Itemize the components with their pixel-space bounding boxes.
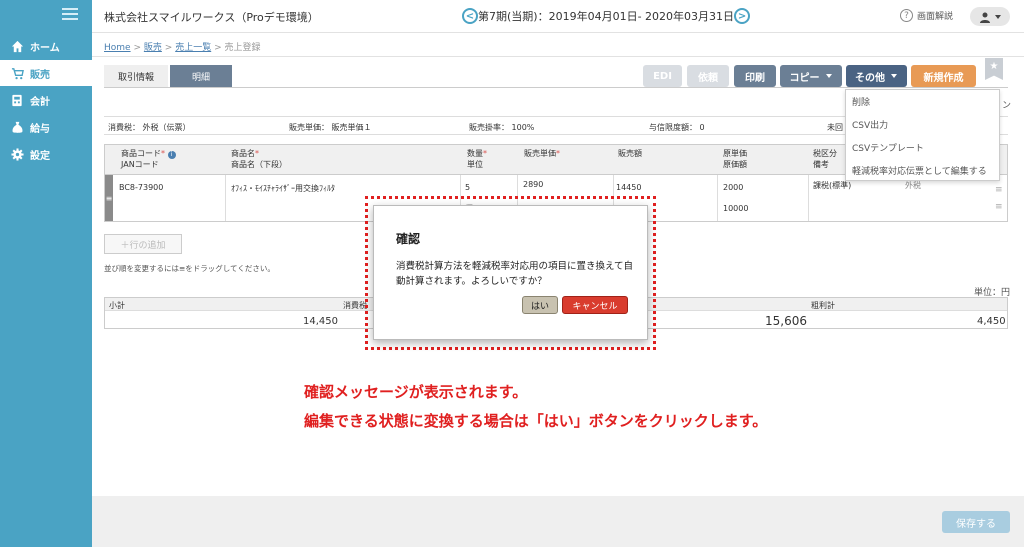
divider (92, 56, 1024, 57)
row-menu-icon[interactable]: ≡ (995, 185, 1003, 195)
unpaid-label: 未回 (827, 123, 843, 132)
cell-product-name[interactable]: ｵﾌｨｽ・ﾓｲｽﾁｬﾗｲｻﾞｰ用交換ﾌｨﾙﾀ (231, 183, 335, 194)
prev-period-button[interactable]: < (462, 8, 478, 24)
menu-item-edit-reduced-tax[interactable]: 軽減税率対応伝票として編集する (846, 159, 999, 182)
menu-item-delete[interactable]: 削除 (846, 90, 999, 113)
add-row-button[interactable]: ＋行の追加 (104, 234, 182, 254)
help-label: 画面解説 (917, 12, 954, 22)
sidebar-item-payroll[interactable]: 給与 (0, 114, 92, 140)
credit-limit: 与信限度額： 0 (649, 123, 705, 132)
subtotal-label: 小計 (109, 301, 125, 310)
header: 株式会社スマイルワークス（Proデモ環境） < 第7期(当期)：2019年04月… (92, 0, 1024, 33)
cart-icon (10, 66, 24, 80)
price-rate: 販売掛率： 100% (469, 123, 535, 132)
edi-button[interactable]: EDI (643, 65, 682, 87)
caret-down-icon (825, 74, 832, 78)
breadcrumb-sales[interactable]: 販売 (144, 43, 162, 53)
request-button[interactable]: 依頼 (687, 65, 729, 87)
drag-hint: 並び順を変更するには≡をドラッグしてください。 (104, 264, 275, 273)
menu-item-csv-export[interactable]: CSV出力 (846, 113, 999, 136)
price-type: 販売単価： 販売単価１ (289, 123, 372, 132)
breadcrumb-sales-list[interactable]: 売上一覧 (175, 43, 211, 53)
save-button[interactable]: 保存する (942, 511, 1010, 533)
other-menu-button[interactable]: その他 (846, 65, 907, 87)
breadcrumb-home[interactable]: Home (104, 43, 131, 53)
new-button[interactable]: 新規作成 (911, 65, 976, 87)
profit-value: 4,450 (977, 316, 1006, 327)
sidebar-item-label: 設定 (30, 150, 50, 162)
sidebar-item-accounting[interactable]: 会計 (0, 87, 92, 113)
caret-down-icon (891, 74, 897, 78)
copy-button[interactable]: コピー (780, 65, 842, 87)
info-icon: i (167, 151, 176, 159)
sidebar-item-label: 販売 (30, 69, 50, 81)
user-menu-button[interactable] (970, 7, 1010, 26)
gear-icon (10, 147, 24, 161)
help-link[interactable]: ? 画面解説 (900, 9, 953, 22)
partial-label: ン (1002, 101, 1012, 111)
caret-down-icon (994, 14, 1001, 19)
sidebar-item-settings[interactable]: 設定 (0, 141, 92, 167)
total-value: 15,606 (765, 314, 807, 328)
row-drag-handle[interactable]: ≡ (105, 175, 113, 221)
sidebar-item-label: 会計 (30, 96, 50, 108)
sidebar: ホーム 販売 会計 給与 設定 (0, 0, 92, 547)
dialog-message: 消費税計算方法を軽減税率対応用の項目に置き換えて自動計算されます。よろしいですか… (396, 261, 634, 287)
next-period-button[interactable]: > (734, 8, 751, 24)
breadcrumb-current: 売上登録 (224, 43, 261, 53)
menu-item-csv-template[interactable]: CSVテンプレート (846, 136, 999, 159)
money-bag-icon (10, 120, 24, 134)
tax-method: 消費税： 外税（伝票） (108, 123, 191, 132)
sidebar-item-label: 給与 (30, 123, 50, 135)
calculator-icon (10, 93, 24, 107)
annotation-line-1: 確認メッセージが表示されます。 (304, 383, 528, 401)
cell-sale-amount: 14450 (616, 183, 642, 192)
user-icon (979, 12, 990, 23)
cancel-button[interactable]: キャンセル (562, 296, 628, 314)
bookmark-star-icon[interactable]: ★ (985, 58, 1003, 80)
confirm-dialog: 確認 消費税計算方法を軽減税率対応用の項目に置き換えて自動計算されます。よろしい… (373, 205, 648, 340)
hamburger-menu-icon[interactable] (62, 8, 78, 20)
profit-label: 粗利計 (811, 301, 835, 310)
tab-transaction-info[interactable]: 取引情報 (104, 65, 168, 87)
tax-total-label: 消費税 (343, 301, 367, 310)
period-selector: < 第7期(当期)：2019年04月01日- 2020年03月31日 > (462, 8, 751, 24)
footer-bar: 保存する (92, 496, 1024, 547)
company-name: 株式会社スマイルワークス（Proデモ環境） (104, 11, 319, 24)
dialog-title: 確認 (396, 232, 421, 246)
cell-cost-price[interactable]: 2000 (723, 183, 743, 192)
cell-cost-amount: 10000 (723, 204, 749, 213)
breadcrumb: Home > 販売 > 売上一覧 > 売上登録 (104, 43, 261, 53)
cell-quantity[interactable]: 5 (465, 183, 470, 192)
home-icon (10, 39, 24, 53)
row-menu-icon[interactable]: ≡ (995, 202, 1003, 212)
other-dropdown-menu: 削除 CSV出力 CSVテンプレート 軽減税率対応伝票として編集する (845, 89, 1000, 181)
print-button[interactable]: 印刷 (734, 65, 776, 87)
period-label: 第7期(当期)：2019年04月01日- 2020年03月31日 (478, 10, 735, 23)
sidebar-item-sales[interactable]: 販売 (0, 60, 92, 86)
divider (104, 87, 1008, 88)
help-icon: ? (900, 9, 913, 22)
sidebar-item-label: ホーム (30, 42, 60, 54)
tab-details[interactable]: 明細 (170, 65, 232, 87)
cell-sale-price[interactable]: 2890 (523, 180, 543, 189)
cell-product-code[interactable]: BC8-73900 (119, 183, 163, 192)
annotation-line-2: 編集できる状態に変換する場合は「はい」ボタンをクリックします。 (304, 412, 768, 430)
subtotal-value: 14,450 (303, 316, 338, 327)
sidebar-item-home[interactable]: ホーム (0, 33, 92, 59)
yes-button[interactable]: はい (522, 296, 558, 314)
